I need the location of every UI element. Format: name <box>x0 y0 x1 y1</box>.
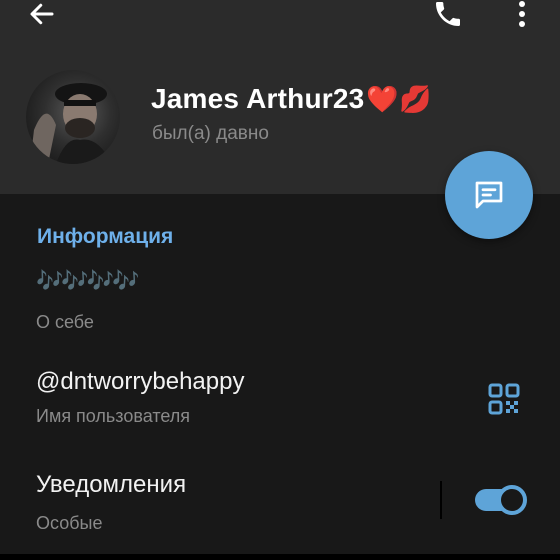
bottom-edge <box>0 554 560 560</box>
arrow-left-icon <box>30 3 54 25</box>
qr-code-button[interactable] <box>488 383 520 415</box>
notifications-subtitle: Особые <box>36 513 103 533</box>
contact-name: James Arthur23❤️💋 <box>151 83 432 115</box>
divider <box>440 481 442 519</box>
more-button[interactable] <box>502 0 542 34</box>
qr-code-icon <box>488 383 520 415</box>
contact-name-text: James Arthur23 <box>151 83 365 114</box>
username-value[interactable]: @dntworrybehappy <box>36 368 244 396</box>
username-label: Имя пользователя <box>36 406 191 426</box>
back-button[interactable] <box>22 0 62 34</box>
avatar-photo <box>30 83 112 164</box>
call-button[interactable] <box>426 0 470 36</box>
more-vertical-icon <box>519 1 525 27</box>
last-seen-status: был(а) давно <box>152 123 269 144</box>
bio-label: О себе <box>36 312 94 332</box>
contact-name-emoji: ❤️💋 <box>366 84 432 114</box>
bio-text[interactable]: 🎶🎶🎶🎶 <box>36 268 140 294</box>
phone-icon <box>436 2 460 26</box>
notifications-title[interactable]: Уведомления <box>36 471 186 499</box>
notifications-toggle[interactable] <box>473 485 529 515</box>
info-section-title: Информация <box>37 225 174 248</box>
message-button[interactable] <box>445 151 533 239</box>
message-icon <box>475 181 503 209</box>
toggle-knob <box>497 485 527 515</box>
avatar[interactable] <box>26 70 120 164</box>
